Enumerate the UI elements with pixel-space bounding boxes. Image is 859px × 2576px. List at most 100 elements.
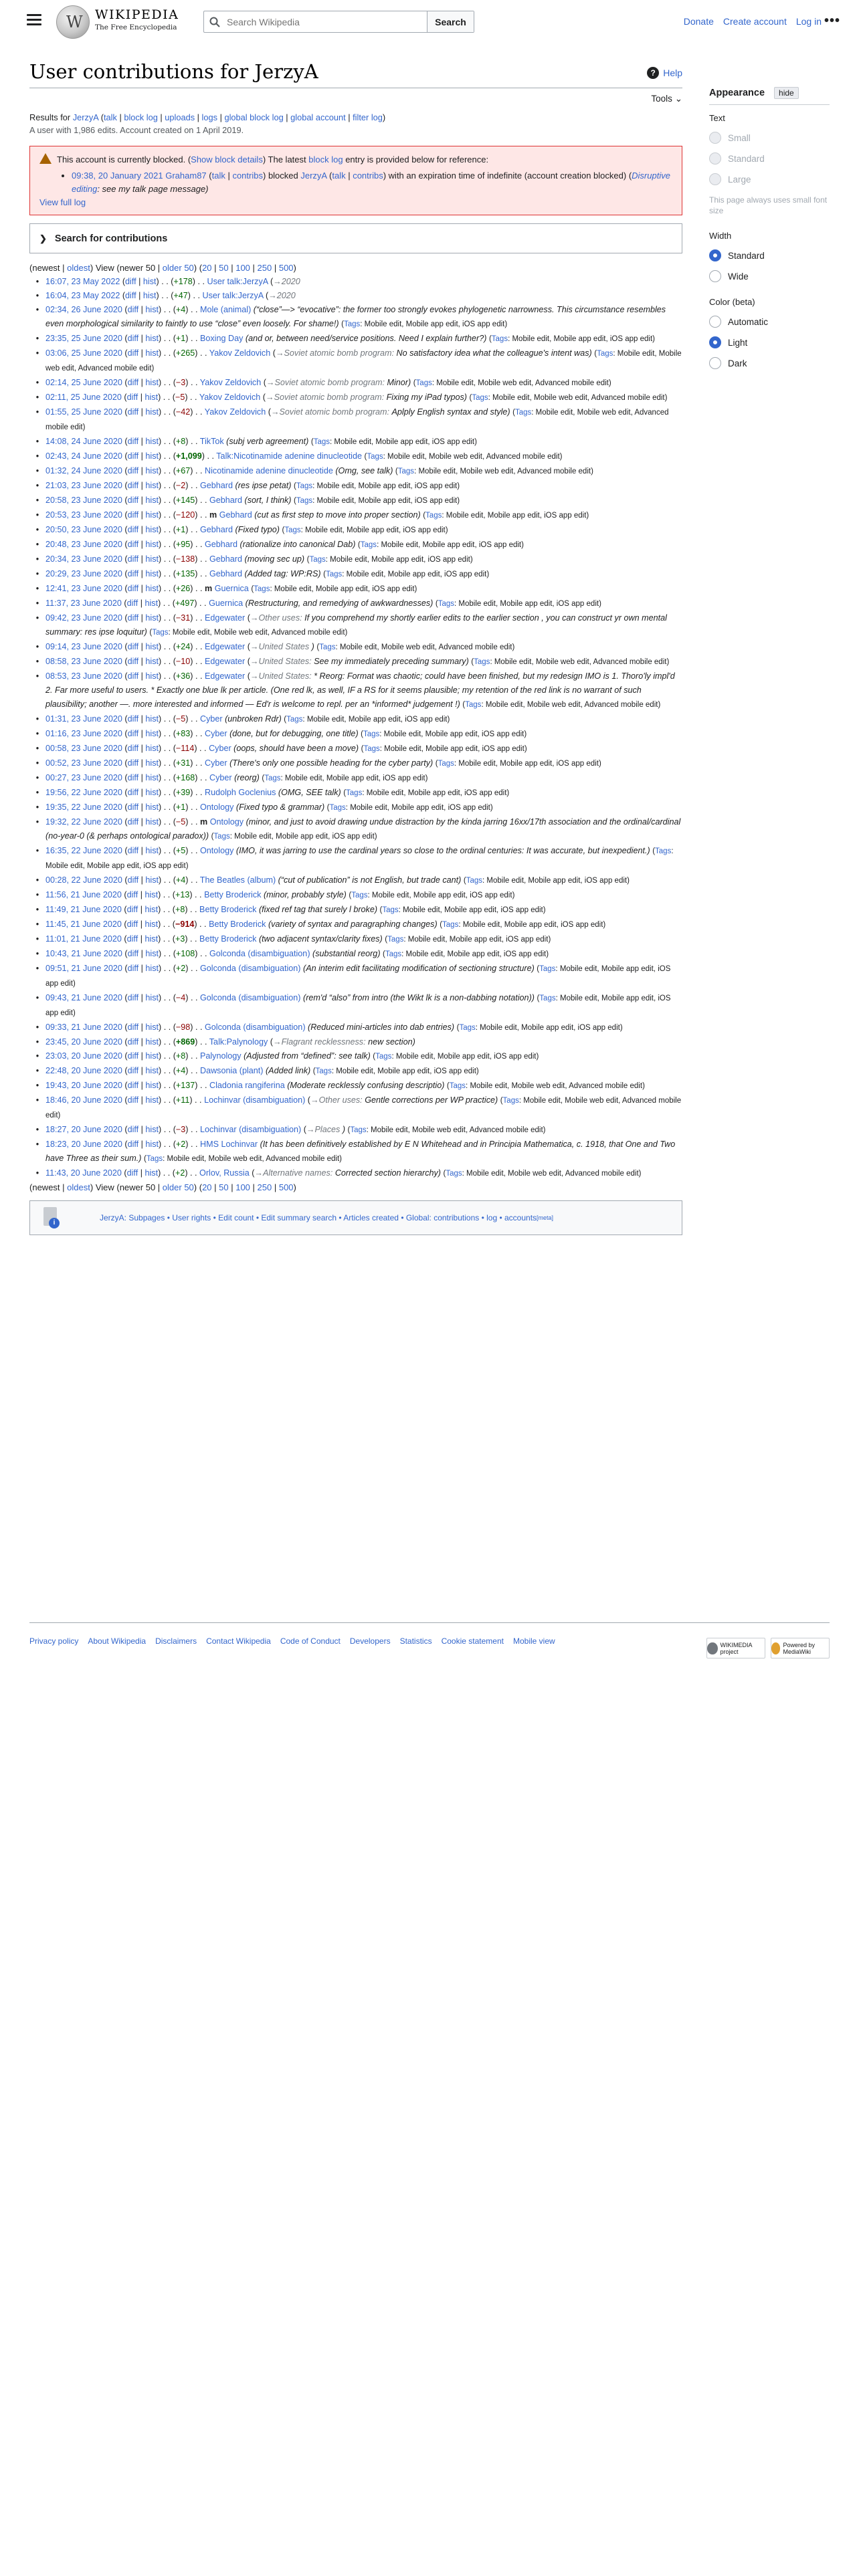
limit-500-link[interactable]: 500 xyxy=(279,263,294,273)
section-link[interactable]: →Other uses: xyxy=(250,613,302,623)
timestamp-link[interactable]: 14:08, 24 June 2020 xyxy=(45,437,122,446)
hist-link[interactable]: hist xyxy=(145,949,159,958)
timestamp-link[interactable]: 18:27, 20 June 2020 xyxy=(45,1125,122,1134)
hist-link[interactable]: hist xyxy=(145,554,159,564)
donate-link[interactable]: Donate xyxy=(684,16,714,27)
hist-link[interactable]: hist xyxy=(145,496,159,505)
tags-link[interactable]: Tags xyxy=(350,1126,366,1134)
section-link[interactable]: →Soviet atomic bomb program: xyxy=(276,348,394,358)
timestamp-link[interactable]: 18:46, 20 June 2020 xyxy=(45,1095,122,1105)
tags-link[interactable]: Tags xyxy=(385,950,401,958)
limit-20-link[interactable]: 20 xyxy=(202,263,211,273)
page-link[interactable]: Gebhard xyxy=(205,540,237,549)
diff-link[interactable]: diff xyxy=(127,890,138,899)
text-size-small[interactable]: Small xyxy=(709,132,830,144)
tags-link[interactable]: Tags xyxy=(344,320,360,328)
tags-link[interactable]: Tags xyxy=(438,760,454,768)
diff-link[interactable]: diff xyxy=(127,1168,138,1178)
hist-link[interactable]: hist xyxy=(145,1125,159,1134)
tags-link[interactable]: Tags xyxy=(375,1053,391,1061)
page-link[interactable]: Yakov Zeldovich xyxy=(200,378,261,387)
user-tools-links[interactable]: JerzyA: Subpages • User rights • Edit co… xyxy=(100,1213,537,1222)
page-link[interactable]: Ontology xyxy=(200,846,233,855)
section-link[interactable]: →Soviet atomic bomb program: xyxy=(271,407,389,417)
page-link[interactable]: Nicotinamide adenine dinucleotide xyxy=(205,466,333,475)
diff-link[interactable]: diff xyxy=(128,554,139,564)
tags-link[interactable]: Tags xyxy=(416,379,432,387)
diff-link[interactable]: diff xyxy=(128,729,139,738)
hist-link[interactable]: hist xyxy=(145,1066,159,1075)
timestamp-link[interactable]: 19:56, 22 June 2020 xyxy=(45,788,122,797)
block-admin-talk-link[interactable]: talk xyxy=(212,171,225,181)
hist-link[interactable]: hist xyxy=(145,890,158,899)
timestamp-link[interactable]: 10:43, 21 June 2020 xyxy=(45,949,122,958)
page-link[interactable]: Dawsonia (plant) xyxy=(200,1066,264,1075)
timestamp-link[interactable]: 09:51, 21 June 2020 xyxy=(45,964,122,973)
diff-link[interactable]: diff xyxy=(128,1051,139,1061)
timestamp-link[interactable]: 00:28, 22 June 2020 xyxy=(45,875,122,885)
developers-link[interactable]: Developers xyxy=(350,1636,391,1646)
width-standard[interactable]: Standard xyxy=(709,249,830,261)
search-button[interactable]: Search xyxy=(427,11,474,32)
page-link[interactable]: Gebhard xyxy=(219,510,252,520)
diff-link[interactable]: diff xyxy=(128,437,139,446)
diff-link[interactable]: diff xyxy=(128,744,139,753)
main-menu-icon[interactable] xyxy=(27,14,41,26)
page-link[interactable]: The Beatles (album) xyxy=(200,875,276,885)
hist-link[interactable]: hist xyxy=(145,714,159,724)
timestamp-link[interactable]: 20:53, 23 June 2020 xyxy=(45,510,122,520)
blocked-user-link[interactable]: JerzyA xyxy=(300,171,326,181)
diff-link[interactable]: diff xyxy=(128,1095,139,1105)
hist-link[interactable]: hist xyxy=(145,407,159,417)
limit-500-link[interactable]: 500 xyxy=(279,1182,294,1192)
page-link[interactable]: Yakov Zeldovich xyxy=(199,393,260,402)
page-link[interactable]: Lochinvar (disambiguation) xyxy=(200,1125,301,1134)
hist-link[interactable]: hist xyxy=(145,481,159,490)
page-link[interactable]: Boxing Day xyxy=(200,334,243,343)
tags-link[interactable]: Tags xyxy=(264,774,280,782)
page-link[interactable]: Golconda (disambiguation) xyxy=(205,1023,306,1032)
color-light[interactable]: Light xyxy=(709,336,830,348)
tags-link[interactable]: Tags xyxy=(398,467,414,475)
block-admin-link[interactable]: Graham87 xyxy=(165,171,206,181)
hist-link[interactable]: hist xyxy=(145,642,159,651)
diff-link[interactable]: diff xyxy=(128,875,139,885)
page-link[interactable]: Rudolph Goclenius xyxy=(205,788,276,797)
page-link[interactable]: Edgewater xyxy=(205,642,245,651)
wikipedia-wordmark[interactable]: WIKIPEDIA xyxy=(95,7,179,22)
limit-250-link[interactable]: 250 xyxy=(258,263,272,273)
hist-link[interactable]: hist xyxy=(145,540,159,549)
page-link[interactable]: Cyber xyxy=(200,714,223,724)
page-link[interactable]: Cyber xyxy=(209,744,231,753)
older-50-link[interactable]: older 50 xyxy=(163,263,194,273)
tags-link[interactable]: Tags xyxy=(466,877,482,885)
tags-link[interactable]: Tags xyxy=(254,585,270,593)
section-link[interactable]: →Other uses: xyxy=(310,1095,363,1105)
timestamp-link[interactable]: 08:58, 23 June 2020 xyxy=(45,657,122,666)
wikimedia-badge[interactable]: WIKIMEDIA project xyxy=(706,1638,765,1658)
hist-link[interactable]: hist xyxy=(145,348,159,358)
hist-link[interactable]: hist xyxy=(145,744,159,753)
global-block-log-link[interactable]: global block log xyxy=(224,112,283,122)
oldest-link[interactable]: oldest xyxy=(67,1182,90,1192)
diff-link[interactable]: diff xyxy=(127,920,138,929)
mobile-view-link[interactable]: Mobile view xyxy=(513,1636,555,1646)
page-link[interactable]: Lochinvar (disambiguation) xyxy=(204,1095,305,1105)
page-link[interactable]: Edgewater xyxy=(205,657,245,666)
tags-link[interactable]: Tags xyxy=(459,1024,475,1032)
tags-link[interactable]: Tags xyxy=(296,497,312,505)
page-link[interactable]: Ontology xyxy=(210,817,244,827)
diff-link[interactable]: diff xyxy=(128,481,139,490)
disclaimers-link[interactable]: Disclaimers xyxy=(155,1636,197,1646)
diff-link[interactable]: diff xyxy=(128,993,139,1002)
page-link[interactable]: HMS Lochinvar xyxy=(200,1140,258,1149)
tags-link[interactable]: Tags xyxy=(351,891,367,899)
hide-button[interactable]: hide xyxy=(774,87,799,99)
limit-100-link[interactable]: 100 xyxy=(235,1182,250,1192)
blocked-user-contribs-link[interactable]: contribs xyxy=(353,171,383,181)
page-link[interactable]: Betty Broderick xyxy=(204,890,261,899)
timestamp-link[interactable]: 16:07, 23 May 2022 xyxy=(45,277,120,286)
tags-link[interactable]: Tags xyxy=(363,745,379,753)
hist-link[interactable]: hist xyxy=(145,451,159,461)
diff-link[interactable]: diff xyxy=(128,510,139,520)
